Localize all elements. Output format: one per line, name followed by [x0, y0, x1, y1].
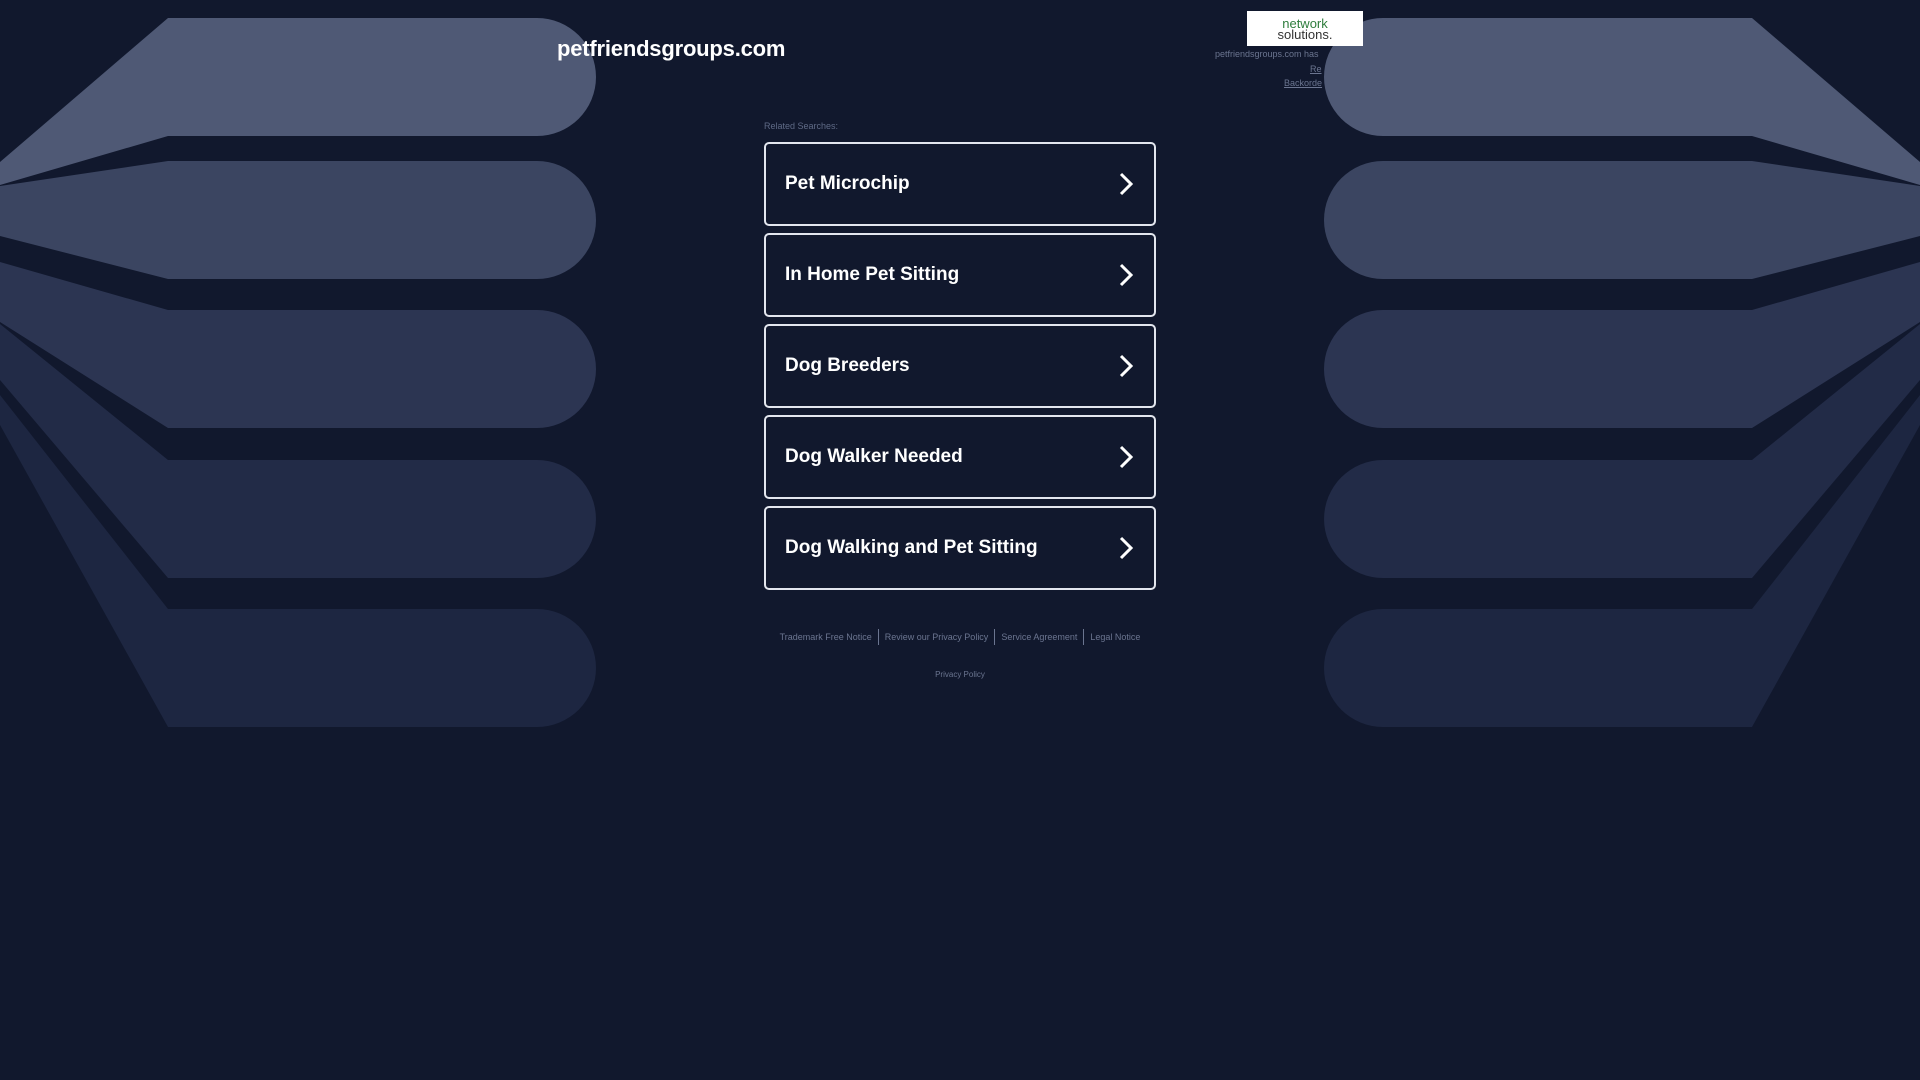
bg-band-right-2 [1324, 161, 1920, 279]
related-link-label: Pet Microchip [785, 173, 910, 194]
related-link-label: Dog Breeders [785, 355, 910, 376]
domain-notice-text: petfriendsgroups.com has [1215, 49, 1319, 59]
network-solutions-logo[interactable]: network solutions. [1247, 11, 1363, 46]
chevron-right-icon [1119, 172, 1134, 196]
chevron-right-icon [1119, 354, 1134, 378]
related-link-label: Dog Walking and Pet Sitting [785, 537, 1038, 558]
domain-title: petfriendsgroups.com [557, 36, 786, 61]
footer-link-service-agreement[interactable]: Service Agreement [995, 632, 1083, 642]
related-link-label: In Home Pet Sitting [785, 264, 960, 285]
chevron-right-icon [1119, 263, 1134, 287]
footer-link-privacy-review[interactable]: Review our Privacy Policy [879, 632, 995, 642]
related-link-dog-walking-and-pet-sitting[interactable]: Dog Walking and Pet Sitting [764, 506, 1156, 590]
related-link-dog-walker-needed[interactable]: Dog Walker Needed [764, 415, 1156, 499]
privacy-policy-link[interactable]: Privacy Policy [764, 670, 1156, 679]
logo-text-line2: solutions. [1277, 26, 1333, 42]
bg-band-left-2 [0, 161, 596, 279]
notice-link-register[interactable]: Re [1310, 64, 1331, 74]
bg-band-right-1 [1324, 18, 1920, 185]
related-link-pet-microchip[interactable]: Pet Microchip [764, 142, 1156, 226]
related-link-in-home-pet-sitting[interactable]: In Home Pet Sitting [764, 233, 1156, 317]
footer-links: Trademark Free Notice Review our Privacy… [764, 629, 1156, 645]
footer-link-legal-notice[interactable]: Legal Notice [1084, 632, 1146, 642]
chevron-right-icon [1119, 445, 1134, 469]
related-searches-label: Related Searches: [764, 121, 839, 131]
notice-link-backorder[interactable]: Backorde [1284, 78, 1331, 88]
related-link-label: Dog Walker Needed [785, 446, 963, 467]
chevron-right-icon [1119, 536, 1134, 560]
parked-domain-page: petfriendsgroups.com network solutions. … [0, 0, 1920, 1080]
related-link-dog-breeders[interactable]: Dog Breeders [764, 324, 1156, 408]
bg-band-left-1 [0, 18, 596, 185]
footer-link-trademark[interactable]: Trademark Free Notice [774, 632, 878, 642]
related-links-list: Pet Microchip In Home Pet Sitting Dog Br… [764, 142, 1156, 597]
